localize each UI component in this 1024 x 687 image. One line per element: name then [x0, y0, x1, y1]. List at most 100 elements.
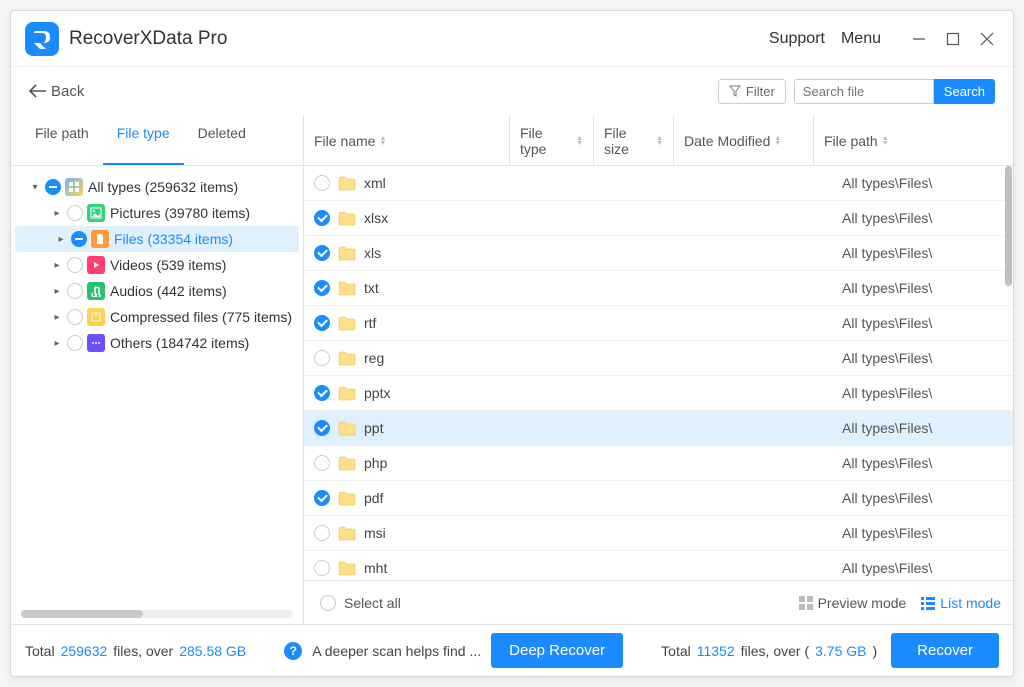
file-row[interactable]: pdfAll types\Files\ — [304, 481, 1013, 516]
tree-row[interactable]: Videos (539 items) — [11, 252, 303, 278]
file-row[interactable]: xmlAll types\Files\ — [304, 166, 1013, 201]
category-icon — [65, 178, 83, 196]
file-row[interactable]: rtfAll types\Files\ — [304, 306, 1013, 341]
maximize-icon[interactable] — [941, 27, 965, 51]
tab-file-type[interactable]: File type — [103, 115, 184, 165]
file-row[interactable]: msiAll types\Files\ — [304, 516, 1013, 551]
minimize-icon[interactable] — [907, 27, 931, 51]
file-checkbox[interactable] — [314, 175, 330, 191]
category-icon — [87, 334, 105, 352]
file-checkbox[interactable] — [314, 210, 330, 226]
file-row[interactable]: xlsxAll types\Files\ — [304, 201, 1013, 236]
tree-h-scrollbar[interactable] — [21, 610, 293, 618]
menu-link[interactable]: Menu — [841, 30, 881, 48]
caret-right-icon[interactable] — [51, 208, 63, 219]
caret-right-icon[interactable] — [55, 234, 67, 245]
category-icon — [87, 308, 105, 326]
tree-checkbox[interactable] — [67, 335, 83, 351]
tree-row[interactable]: Files (33354 items) — [15, 226, 299, 252]
file-name: txt — [364, 280, 538, 296]
list-mode-button[interactable]: List mode — [920, 595, 1001, 611]
back-button[interactable]: Back — [29, 83, 84, 100]
recover-button[interactable]: Recover — [891, 633, 999, 668]
file-checkbox[interactable] — [314, 455, 330, 471]
caret-right-icon[interactable] — [51, 338, 63, 349]
search-input[interactable] — [794, 79, 934, 104]
folder-icon — [338, 281, 356, 296]
file-list-v-scrollbar[interactable] — [1005, 166, 1012, 578]
scan-total-summary: Total 259632 files, over 285.58 GB — [25, 643, 246, 659]
sort-icon: ▲▼ — [774, 136, 781, 146]
tree-row[interactable]: All types (259632 items) — [11, 174, 303, 200]
tree-row[interactable]: Others (184742 items) — [11, 330, 303, 356]
file-row[interactable]: phpAll types\Files\ — [304, 446, 1013, 481]
file-checkbox[interactable] — [314, 385, 330, 401]
file-checkbox[interactable] — [314, 245, 330, 261]
file-checkbox[interactable] — [314, 315, 330, 331]
help-icon[interactable]: ? — [284, 642, 302, 660]
search-group: Search — [794, 79, 995, 104]
file-path-cell: All types\Files\ — [842, 245, 1013, 261]
tree-checkbox[interactable] — [71, 231, 87, 247]
file-checkbox[interactable] — [314, 420, 330, 436]
tree-checkbox[interactable] — [45, 179, 61, 195]
file-path-cell: All types\Files\ — [842, 490, 1013, 506]
col-header-name[interactable]: File name▲▼ — [304, 115, 510, 165]
file-checkbox[interactable] — [314, 350, 330, 366]
app-logo-icon — [25, 22, 59, 56]
grid-icon — [798, 595, 814, 611]
tree-label: All types (259632 items) — [88, 179, 238, 195]
tree-panel: All types (259632 items) Pictures (39780 … — [11, 166, 303, 624]
tree-label: Videos (539 items) — [110, 257, 226, 273]
category-icon — [91, 230, 109, 248]
tree-row[interactable]: Compressed files (775 items) — [11, 304, 303, 330]
sort-icon: ▲▼ — [656, 136, 663, 146]
tree-checkbox[interactable] — [67, 205, 83, 221]
folder-icon — [338, 561, 356, 576]
support-link[interactable]: Support — [769, 30, 825, 48]
file-checkbox[interactable] — [314, 490, 330, 506]
folder-icon — [338, 456, 356, 471]
col-header-date[interactable]: Date Modified▲▼ — [674, 115, 814, 165]
preview-mode-button[interactable]: Preview mode — [798, 595, 907, 611]
col-header-type[interactable]: File type▲▼ — [510, 115, 594, 165]
file-row[interactable]: pptxAll types\Files\ — [304, 376, 1013, 411]
tree-checkbox[interactable] — [67, 309, 83, 325]
folder-icon — [338, 246, 356, 261]
selected-summary: Total 11352 files, over (3.75 GB) — [661, 643, 877, 659]
file-row[interactable]: pptAll types\Files\ — [304, 411, 1013, 446]
select-all-label: Select all — [344, 595, 401, 611]
file-name: msi — [364, 525, 538, 541]
select-all-checkbox[interactable] — [320, 595, 336, 611]
file-checkbox[interactable] — [314, 280, 330, 296]
file-name: rtf — [364, 315, 538, 331]
folder-icon — [338, 491, 356, 506]
file-row[interactable]: txtAll types\Files\ — [304, 271, 1013, 306]
file-row[interactable]: xlsAll types\Files\ — [304, 236, 1013, 271]
tree-label: Files (33354 items) — [114, 231, 233, 247]
caret-right-icon[interactable] — [51, 312, 63, 323]
col-header-size[interactable]: File size▲▼ — [594, 115, 674, 165]
folder-icon — [338, 176, 356, 191]
file-name: reg — [364, 350, 538, 366]
tab-deleted[interactable]: Deleted — [184, 115, 260, 165]
file-row[interactable]: mhtAll types\Files\ — [304, 551, 1013, 580]
tree-checkbox[interactable] — [67, 283, 83, 299]
close-icon[interactable] — [975, 27, 999, 51]
col-header-path[interactable]: File path▲▼ — [814, 115, 1013, 165]
folder-icon — [338, 526, 356, 541]
tab-file-path[interactable]: File path — [21, 115, 103, 165]
tree-row[interactable]: Audios (442 items) — [11, 278, 303, 304]
caret-right-icon[interactable] — [51, 286, 63, 297]
file-row[interactable]: regAll types\Files\ — [304, 341, 1013, 376]
caret-down-icon[interactable] — [29, 182, 41, 193]
file-checkbox[interactable] — [314, 525, 330, 541]
tree-checkbox[interactable] — [67, 257, 83, 273]
tree-row[interactable]: Pictures (39780 items) — [11, 200, 303, 226]
caret-right-icon[interactable] — [51, 260, 63, 271]
deep-recover-button[interactable]: Deep Recover — [491, 633, 623, 668]
filter-button[interactable]: Filter — [718, 79, 786, 104]
tree-label: Others (184742 items) — [110, 335, 249, 351]
file-checkbox[interactable] — [314, 560, 330, 576]
search-button[interactable]: Search — [934, 79, 995, 104]
